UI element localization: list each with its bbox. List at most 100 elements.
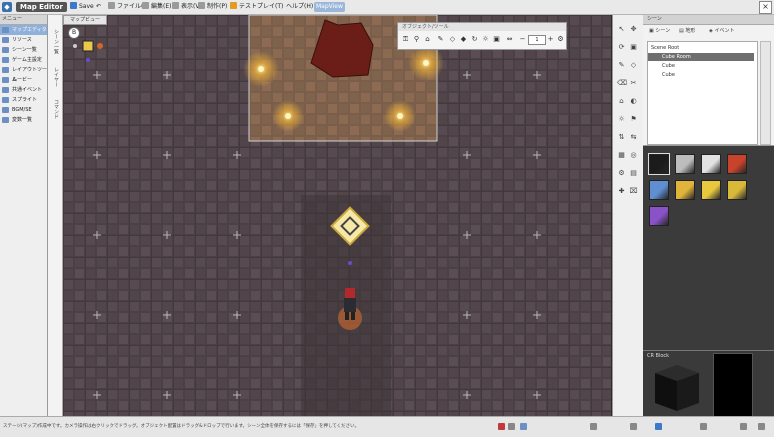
block-swatch[interactable]: [649, 206, 669, 226]
block-swatch[interactable]: [648, 153, 670, 175]
side-tabs: シーン一覧 レイヤー コマンド: [48, 15, 63, 416]
left-menu-item[interactable]: BGM/SE: [0, 105, 47, 115]
map-viewport[interactable]: マップビュー B: [63, 15, 611, 416]
left-menu-list: マップエディタ リソース シーン一覧ゲーム主設定レイアウトツール ムービー 共通イベント…: [0, 25, 47, 125]
status-light-icon[interactable]: [630, 423, 637, 430]
tree-node-cube-2[interactable]: Cube: [662, 71, 752, 79]
layers-icon[interactable]: ▤: [629, 169, 638, 178]
mode-mapview-button[interactable]: MapView: [314, 2, 345, 12]
home-icon[interactable]: ⌂: [617, 97, 626, 106]
move-icon[interactable]: ✥: [629, 25, 638, 34]
tree-node-cube-room[interactable]: Cube Room: [648, 53, 754, 61]
tree-node-cube-1[interactable]: Cube: [662, 62, 752, 70]
fill-icon[interactable]: ◆: [459, 35, 468, 44]
block-swatch[interactable]: [701, 154, 721, 174]
zoom-in-icon[interactable]: +: [546, 35, 555, 44]
status-record-icon[interactable]: [498, 423, 505, 430]
side-tab-layer[interactable]: レイヤー: [50, 67, 60, 87]
undo-button[interactable]: ↶: [94, 2, 103, 12]
zoom-field[interactable]: 1: [528, 35, 546, 45]
block-swatch[interactable]: [649, 180, 669, 200]
block-swatch[interactable]: [701, 180, 721, 200]
transform-icon[interactable]: ⇔: [505, 35, 514, 44]
add-icon[interactable]: ✚: [617, 187, 626, 196]
erase-icon[interactable]: ⌫: [617, 79, 627, 88]
close-window-button[interactable]: ×: [759, 1, 772, 14]
flag-icon[interactable]: ⚑: [629, 115, 638, 124]
tab-scene[interactable]: ▣ シーン: [649, 27, 670, 34]
left-menu-item[interactable]: 変数一覧: [0, 115, 47, 125]
left-menu-item[interactable]: マップエディタ: [0, 25, 47, 35]
block-swatch[interactable]: [675, 180, 695, 200]
zoom-out-icon[interactable]: −: [518, 35, 527, 44]
left-menu-item[interactable]: ムービー: [0, 75, 47, 85]
status-view-icon[interactable]: [655, 423, 662, 430]
light-icon[interactable]: ☼: [617, 115, 626, 124]
settings-icon[interactable]: ⚙: [617, 169, 626, 178]
select-icon[interactable]: ↖: [617, 25, 626, 34]
rotate-icon[interactable]: ⟳: [617, 43, 626, 52]
left-menu-item[interactable]: シーン一覧: [0, 45, 47, 55]
block-swatch[interactable]: [727, 180, 747, 200]
shade-icon[interactable]: ◐: [629, 97, 638, 106]
tab-terrain[interactable]: ▤ 地形: [679, 27, 695, 34]
terrain-icon[interactable]: ⌂: [423, 35, 432, 44]
tree-node-root[interactable]: Scene Root: [651, 44, 755, 52]
status-fps-icon[interactable]: [700, 423, 707, 430]
playtest-button[interactable]: テストプレイ(T): [228, 2, 285, 12]
app-title: Map Editor: [16, 2, 67, 12]
side-tab-scene[interactable]: シーン一覧: [50, 29, 60, 54]
left-menu-item[interactable]: 共通イベント: [0, 85, 47, 95]
status-camera-icon[interactable]: [590, 423, 597, 430]
settings-icon[interactable]: ⚙: [556, 35, 565, 44]
menu-edit[interactable]: 編集(E): [140, 2, 173, 12]
scene-panel-header: シーン: [643, 15, 774, 25]
grid-icon[interactable]: ▦: [617, 151, 626, 160]
leftright-icon[interactable]: ⇆: [629, 133, 638, 142]
status-layer-icon[interactable]: [520, 423, 527, 430]
cut-icon[interactable]: ✂: [629, 79, 638, 88]
status-grid-icon[interactable]: [508, 423, 515, 430]
menu-item-icon: [2, 47, 9, 53]
pin-icon[interactable]: ⚲: [412, 35, 421, 44]
tab-map-view[interactable]: マップビュー: [63, 15, 108, 25]
menu-item-icon: [2, 77, 9, 83]
minimap-toggle-icon[interactable]: B: [68, 27, 80, 39]
save-button[interactable]: Save: [68, 2, 96, 12]
left-menu-item[interactable]: ゲーム主設定: [0, 55, 47, 65]
file-icon: [108, 2, 115, 9]
side-tab-command[interactable]: コマンド: [50, 99, 60, 119]
block-swatch[interactable]: [727, 154, 747, 174]
scene-tree[interactable]: Scene Root Cube Room Cube Cube: [647, 41, 758, 145]
pencil-icon[interactable]: ✎: [617, 61, 626, 70]
left-menu-panel: メニュー マップエディタ リソース シーン一覧 ゲーム主設定 レイアウトツール ムービー共…: [0, 15, 48, 416]
menu-item-icon: [2, 107, 9, 113]
menu-help[interactable]: ヘルプ(H): [284, 2, 315, 12]
target-icon[interactable]: ◎: [629, 151, 638, 160]
updown-icon[interactable]: ⇅: [617, 133, 626, 142]
scene-scrollbar[interactable]: [760, 41, 771, 145]
delete-icon[interactable]: ⌧: [629, 187, 638, 196]
box-icon[interactable]: ▣: [629, 43, 638, 52]
menu-make[interactable]: 制作(P): [196, 2, 229, 12]
light-icon[interactable]: ☼: [481, 35, 490, 44]
left-menu-item-label: ゲーム主設定: [12, 57, 42, 63]
left-menu-item[interactable]: スプライト: [0, 95, 47, 105]
shape-icon[interactable]: ◇: [629, 61, 638, 70]
left-menu-item[interactable]: リソース: [0, 35, 47, 45]
status-settings-icon[interactable]: [740, 423, 747, 430]
tab-event[interactable]: ◈ イベント: [709, 27, 734, 34]
brush-icon[interactable]: ✎: [436, 35, 445, 44]
right-tool-strip: ↖ ✥ ⟳ ▣ ✎ ◇ ⌫ ✂ ⌂ ◐ ☼ ⚑ ⇅ ⇆ ▦ ◎ ⚙ ▤ ✚ ⌧: [612, 15, 644, 416]
left-menu-item-label: 変数一覧: [12, 117, 33, 123]
lock-icon[interactable]: ⚿: [401, 35, 410, 44]
block-preview: CR Block: [643, 350, 774, 417]
eraser-icon[interactable]: ◇: [448, 35, 457, 44]
block-swatch[interactable]: [675, 154, 695, 174]
left-menu-item[interactable]: レイアウトツール: [0, 65, 47, 83]
rotate-icon[interactable]: ↻: [470, 35, 479, 44]
map-canvas[interactable]: [63, 15, 611, 416]
playtest-label: テストプレイ(T): [239, 3, 284, 10]
cube-icon[interactable]: ▣: [492, 35, 501, 44]
status-help-icon[interactable]: [758, 423, 765, 430]
